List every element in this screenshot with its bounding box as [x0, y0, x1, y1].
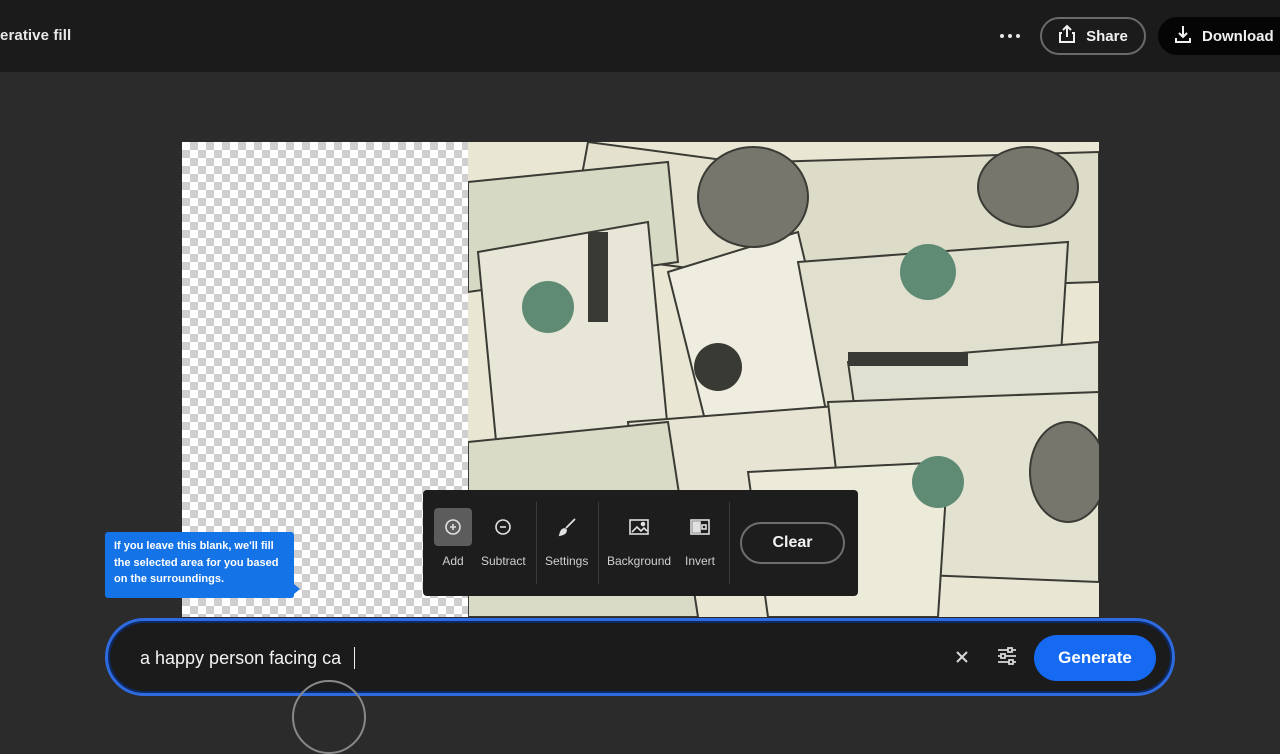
sliders-icon [996, 646, 1018, 671]
tool-settings[interactable]: Settings [545, 508, 588, 568]
share-button[interactable]: Share [1040, 17, 1146, 55]
tool-invert[interactable]: Invert [681, 508, 719, 568]
more-options-button[interactable] [990, 20, 1030, 52]
prompt-bar: Generate [105, 618, 1175, 696]
prompt-settings-button[interactable] [994, 645, 1020, 671]
tooltip-text: If you leave this blank, we'll fill the … [114, 540, 279, 585]
generate-button[interactable]: Generate [1034, 635, 1156, 681]
tool-add-label: Add [442, 554, 464, 568]
clear-prompt-button[interactable] [950, 647, 974, 671]
toolbar-divider [729, 502, 730, 584]
subtract-circle-icon [484, 508, 522, 546]
toolbar-divider [598, 502, 599, 584]
toolbar-divider [536, 502, 537, 584]
brush-icon [548, 508, 586, 546]
tool-subtract-label: Subtract [481, 554, 526, 568]
download-label: Download [1202, 27, 1274, 45]
selection-toolbar: Add Subtract Settings Background Invert … [423, 490, 858, 596]
image-icon [620, 508, 658, 546]
download-icon [1174, 24, 1192, 48]
top-bar: erative fill Share Download [0, 0, 1280, 72]
tool-background[interactable]: Background [607, 508, 671, 568]
tool-settings-label: Settings [545, 554, 589, 568]
more-horizontal-icon [1000, 34, 1020, 38]
clear-button[interactable]: Clear [740, 522, 845, 564]
app-title: erative fill [0, 27, 72, 44]
text-caret [354, 647, 355, 669]
blank-prompt-tooltip: If you leave this blank, we'll fill the … [105, 532, 300, 598]
share-icon [1058, 24, 1076, 48]
tool-invert-label: Invert [684, 554, 715, 568]
prompt-input[interactable] [140, 643, 940, 673]
close-icon [955, 650, 969, 669]
share-label: Share [1086, 27, 1128, 45]
tool-add[interactable]: Add [434, 508, 472, 568]
tool-background-label: Background [607, 554, 672, 568]
tool-subtract[interactable]: Subtract [481, 508, 526, 568]
download-button[interactable]: Download [1158, 17, 1280, 55]
invert-icon [681, 508, 719, 546]
add-circle-icon [434, 508, 472, 546]
